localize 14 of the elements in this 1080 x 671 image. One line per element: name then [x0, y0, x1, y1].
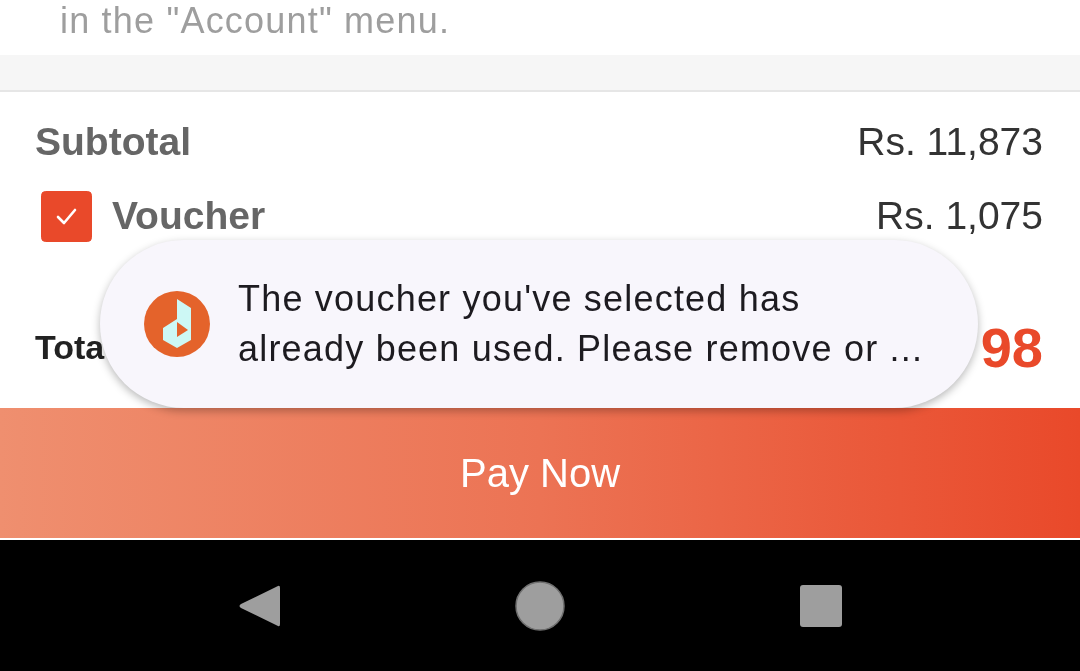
- pay-now-button[interactable]: Pay Now: [0, 408, 1080, 538]
- voucher-amount: Rs. 1,075: [876, 194, 1043, 238]
- back-icon[interactable]: [238, 583, 280, 628]
- recents-icon[interactable]: [800, 584, 842, 627]
- app-logo-icon: [144, 291, 210, 357]
- home-icon[interactable]: [515, 580, 565, 631]
- toast-message: The voucher you've selected has already been used. Please remove or ...: [238, 277, 924, 371]
- subtotal-label: Subtotal: [35, 120, 191, 164]
- note-text: in the "Account" menu.: [60, 0, 451, 42]
- subtotal-amount: Rs. 11,873: [857, 120, 1043, 164]
- voucher-label: Voucher: [112, 194, 266, 238]
- total-label: Tota: [35, 327, 105, 367]
- checkbox[interactable]: [41, 190, 92, 242]
- total-amount: 98: [980, 314, 1043, 380]
